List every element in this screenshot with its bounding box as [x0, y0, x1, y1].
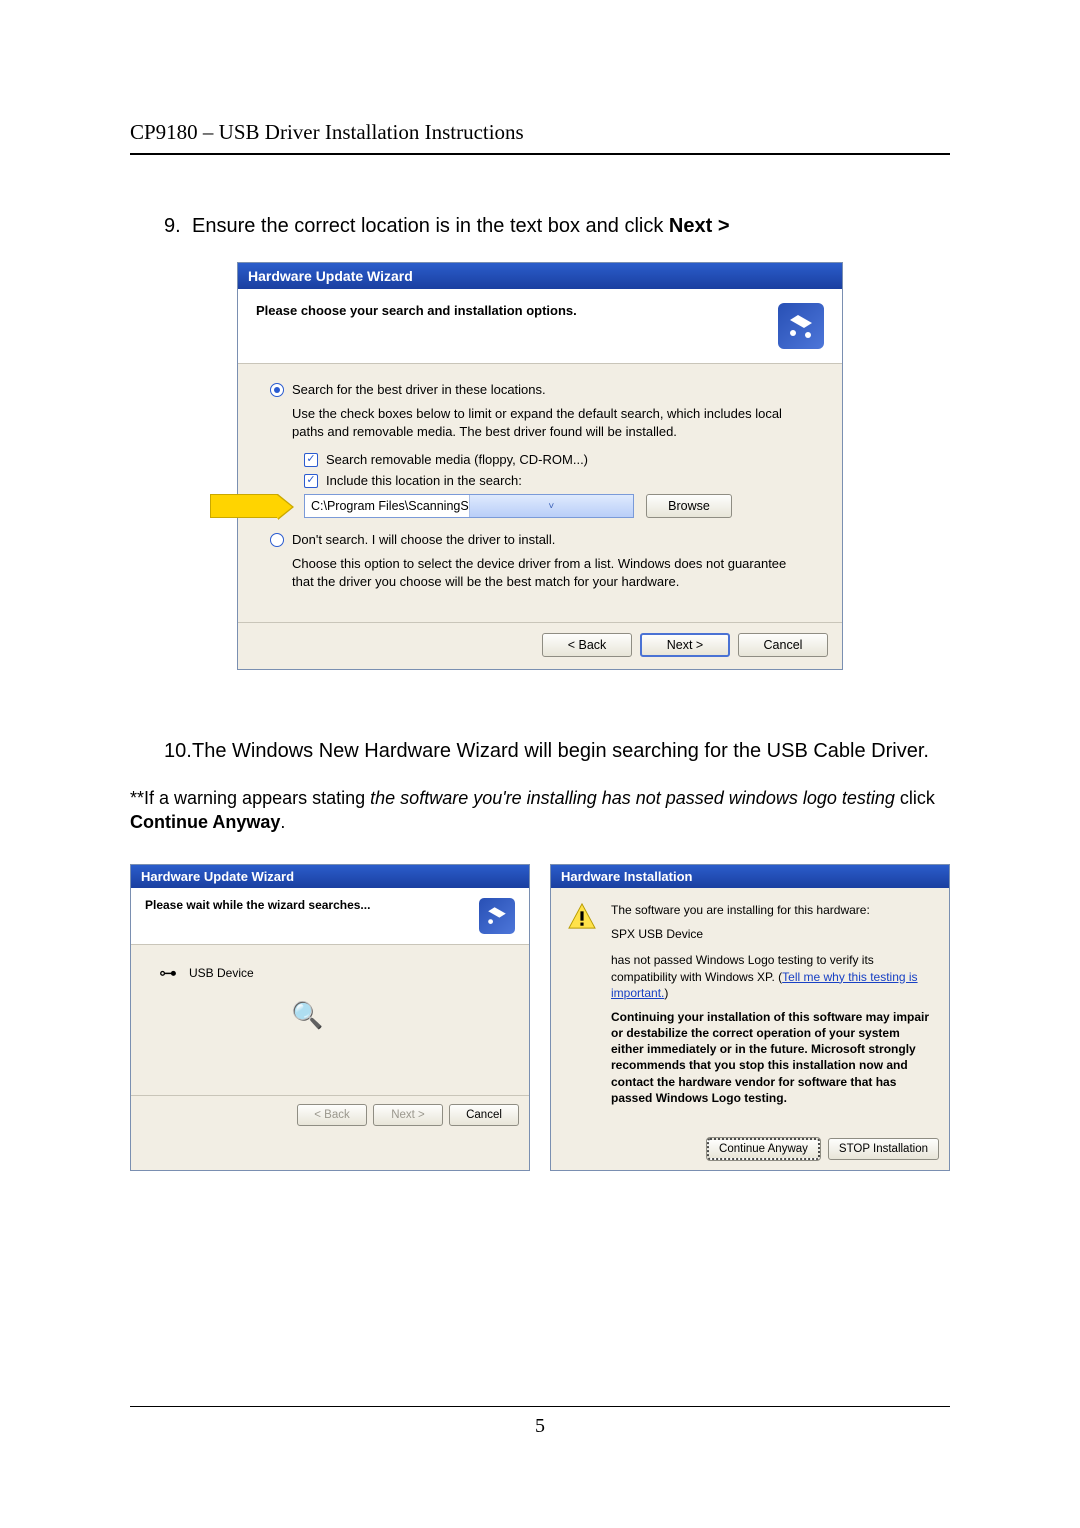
step-10: 10. The Windows New Hardware Wizard will… — [164, 740, 950, 763]
step-9: 9. Ensure the correct location is in the… — [164, 215, 950, 238]
cancel-button[interactable]: Cancel — [738, 633, 828, 657]
searching-footer: < Back Next > Cancel — [131, 1095, 529, 1134]
step-10-text: The Windows New Hardware Wizard will beg… — [192, 740, 950, 763]
step-9-text: Ensure the correct location is in the te… — [192, 215, 950, 238]
searching-header: Please wait while the wizard searches... — [131, 888, 529, 945]
note-end: . — [280, 812, 285, 832]
searching-body: ⊶ USB Device 🔍 — [131, 945, 529, 1095]
radio-dont-search-label: Don't search. I will choose the driver t… — [292, 532, 555, 547]
checkbox-removable[interactable]: Search removable media (floppy, CD-ROM..… — [304, 452, 810, 467]
step-9-text-bold: Next > — [669, 215, 730, 237]
page-footer: 5 — [130, 1406, 950, 1438]
wizard-titlebar: Hardware Update Wizard — [238, 263, 842, 289]
radio-icon — [270, 383, 284, 397]
wizard-heading: Please choose your search and installati… — [256, 303, 577, 318]
checkbox-icon — [304, 453, 318, 467]
magnifier-icon: 🔍 — [291, 1000, 509, 1031]
continue-anyway-button[interactable]: Continue Anyway — [707, 1138, 820, 1160]
note-italic: the software you're installing has not p… — [370, 788, 895, 808]
note-post: click — [895, 788, 935, 808]
cancel-button[interactable]: Cancel — [449, 1104, 519, 1126]
warn-line2: has not passed Windows Logo testing to v… — [611, 952, 931, 1001]
checkbox-removable-label: Search removable media (floppy, CD-ROM..… — [326, 452, 588, 467]
warn-bold: Continuing your installation of this sof… — [611, 1010, 929, 1105]
wizard-footer: < Back Next > Cancel — [238, 622, 842, 669]
device-icon — [778, 303, 824, 349]
searching-titlebar: Hardware Update Wizard — [131, 865, 529, 888]
page-number: 5 — [535, 1415, 545, 1437]
next-button: Next > — [373, 1104, 443, 1126]
checkbox-icon — [304, 474, 318, 488]
usb-icon: ⊶ — [159, 963, 177, 984]
device-icon — [479, 898, 515, 934]
warn-line1: The software you are installing for this… — [611, 902, 931, 918]
chevron-down-icon[interactable]: ˅ — [469, 495, 634, 517]
radio-dont-search[interactable]: Don't search. I will choose the driver t… — [270, 532, 810, 547]
back-button[interactable]: < Back — [542, 633, 632, 657]
note-pre: **If a warning appears stating — [130, 788, 370, 808]
searching-wizard: Hardware Update Wizard Please wait while… — [130, 864, 530, 1171]
stop-installation-button[interactable]: STOP Installation — [828, 1138, 939, 1160]
hardware-installation-dialog: Hardware Installation The software you a… — [550, 864, 950, 1171]
warn-hw: SPX USB Device — [611, 926, 931, 942]
browse-button[interactable]: Browse — [646, 494, 732, 518]
path-combobox[interactable]: C:\Program Files\ScanningSuite\Actron\Dr… — [304, 494, 634, 518]
radio-search-best[interactable]: Search for the best driver in these loca… — [270, 382, 810, 397]
path-value: C:\Program Files\ScanningSuite\Actron\Dr… — [305, 499, 469, 513]
step-9-num: 9. — [164, 215, 192, 238]
searching-heading: Please wait while the wizard searches... — [145, 898, 370, 912]
note-bold: Continue Anyway — [130, 812, 280, 832]
radio-icon — [270, 533, 284, 547]
warning-icon — [567, 902, 597, 930]
path-row: C:\Program Files\ScanningSuite\Actron\Dr… — [304, 494, 810, 518]
checkbox-include-location[interactable]: Include this location in the search: — [304, 473, 810, 488]
radio-search-best-label: Search for the best driver in these loca… — [292, 382, 546, 397]
doc-header: CP9180 – USB Driver Installation Instruc… — [130, 120, 950, 155]
next-button[interactable]: Next > — [640, 633, 730, 657]
warn-body: The software you are installing for this… — [551, 888, 949, 1130]
highlight-arrow-icon — [210, 494, 278, 518]
step-10-num: 10. — [164, 740, 192, 763]
checkbox-include-label: Include this location in the search: — [326, 473, 522, 488]
warning-note: **If a warning appears stating the softw… — [130, 787, 950, 834]
back-button: < Back — [297, 1104, 367, 1126]
opt1-desc: Use the check boxes below to limit or ex… — [292, 405, 810, 440]
warn-line2b: ) — [664, 986, 668, 1000]
wizard-header: Please choose your search and installati… — [238, 289, 842, 364]
warn-titlebar: Hardware Installation — [551, 865, 949, 888]
wizard-body: Search for the best driver in these loca… — [238, 364, 842, 622]
opt2-desc: Choose this option to select the device … — [292, 555, 810, 590]
step-9-text-pre: Ensure the correct location is in the te… — [192, 215, 669, 237]
usb-device-label: USB Device — [189, 966, 254, 980]
warn-footer: Continue Anyway STOP Installation — [551, 1130, 949, 1170]
hardware-update-wizard: Hardware Update Wizard Please choose you… — [237, 262, 843, 670]
